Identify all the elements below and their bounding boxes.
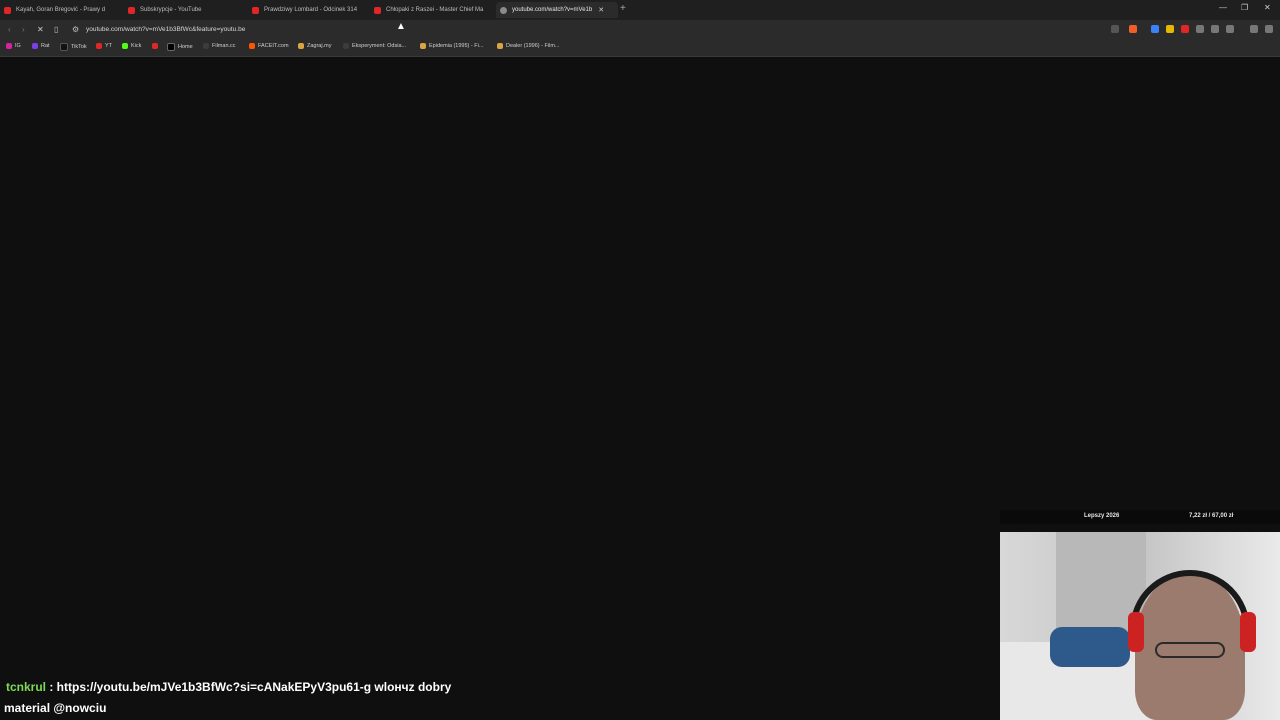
extension-icon[interactable] (1181, 25, 1189, 33)
forward-icon[interactable]: › (22, 25, 25, 34)
close-tab-icon[interactable]: ✕ (598, 6, 604, 14)
glasses (1155, 642, 1225, 658)
url-field[interactable]: youtube.com/watch?v=mVe1b3BfWc&feature=y… (86, 26, 245, 33)
donation-goal-bar: Lepszy 2026 7,22 zł / 67,00 zł (1000, 510, 1280, 524)
kick-icon (122, 43, 128, 49)
goal-progress: 7,22 zł / 67,00 zł (1189, 513, 1234, 519)
faceit-icon (249, 43, 255, 49)
youtube-icon (152, 43, 158, 49)
bookmark-item[interactable]: Rat (32, 43, 50, 49)
stop-loading-icon[interactable]: ✕ (37, 25, 44, 34)
bookmarks-bar: IG Rat TikTok YT Kick Home Filman.cc FAC… (0, 40, 1280, 57)
bookmark-item[interactable]: YT (96, 43, 112, 49)
film-icon (420, 43, 426, 49)
extension-icon[interactable] (1166, 25, 1174, 33)
filman-icon (203, 43, 209, 49)
rat-icon (32, 43, 38, 49)
tiktok-icon (60, 43, 68, 51)
bookmark-item[interactable]: Zagraj.my (298, 43, 331, 49)
bookmark-item[interactable]: IG (6, 43, 21, 49)
extensions-puzzle-icon[interactable] (1196, 25, 1204, 33)
youtube-icon (374, 6, 381, 14)
loading-icon (500, 6, 507, 14)
film-icon (497, 43, 503, 49)
link-icon[interactable] (1226, 25, 1234, 33)
goal-label: Lepszy 2026 (1084, 513, 1120, 519)
tab-3[interactable]: Prawdziwy Lombard - Odcinek 314 (252, 2, 364, 18)
tab-title: Chłopaki z Raszei - Master Chief Ma (386, 7, 484, 13)
tab-title: Prawdziwy Lombard - Odcinek 314 (264, 7, 358, 13)
download-icon[interactable] (1211, 25, 1219, 33)
youtube-icon (252, 6, 259, 14)
tab-title: youtube.com/watch?v=mVe1b (512, 7, 593, 13)
chat-message-continued: material @nowciu (4, 701, 107, 715)
chat-text: : https://youtu.be/mJVe1b3BfWc?si=cANakE… (46, 680, 452, 694)
bookmark-item[interactable]: Filman.cc (203, 43, 236, 49)
bookmark-item[interactable]: Dealer (1996) - Film... (497, 43, 560, 49)
bookmark-item[interactable]: Epidemia (1995) - Fi... (420, 43, 483, 49)
bookmark-item[interactable]: Home (167, 43, 193, 51)
new-tab-button[interactable]: + (620, 3, 626, 14)
media-icon[interactable] (1250, 25, 1258, 33)
site-info-icon[interactable]: ⚙ (72, 25, 79, 34)
restore-icon[interactable]: ❐ (1241, 3, 1248, 12)
extension-icon[interactable] (1151, 25, 1159, 33)
youtube-icon (128, 6, 135, 14)
chat-username: tcnkrul (6, 680, 47, 694)
zagraj-icon (298, 43, 304, 49)
bookmark-item[interactable]: Eksperyment: Odsia... (343, 43, 406, 49)
minimize-icon[interactable]: — (1219, 3, 1227, 12)
youtube-icon (4, 6, 11, 14)
bookmark-item[interactable]: Kick (122, 43, 141, 49)
close-window-icon[interactable]: ✕ (1264, 3, 1271, 12)
youtube-icon (96, 43, 102, 49)
tab-title: Kayah, Goran Bregović - Prawy d (16, 7, 106, 13)
back-icon[interactable]: ‹ (8, 25, 11, 34)
tab-bar: Kayah, Goran Bregović - Prawy d Subskryp… (0, 0, 1280, 20)
mouse-cursor-icon: ▲ (396, 21, 406, 32)
brave-shield-icon[interactable] (1129, 25, 1137, 33)
filman-icon (343, 43, 349, 49)
chat-message: tcnkrul : https://youtu.be/mJVe1b3BfWc?s… (6, 680, 451, 694)
webcam-feed (1000, 532, 1280, 720)
menu-icon[interactable] (1265, 25, 1273, 33)
bookmark-item[interactable]: FACEIT.com (249, 43, 289, 49)
tab-active[interactable]: youtube.com/watch?v=mVe1b ✕ (496, 2, 618, 18)
address-toolbar: ‹ › ✕ ▯ ⚙ youtube.com/watch?v=mVe1b3BfWc… (0, 20, 1280, 40)
tab-1[interactable]: Kayah, Goran Bregović - Prawy d (4, 2, 116, 18)
tab-4[interactable]: Chłopaki z Raszei - Master Chief Ma (374, 2, 486, 18)
x-icon (167, 43, 175, 51)
share-icon[interactable] (1111, 25, 1119, 33)
bookmark-item[interactable]: TikTok (60, 43, 87, 51)
tab-2[interactable]: Subskrypcje - YouTube (128, 2, 240, 18)
instagram-icon (6, 43, 12, 49)
bookmark-icon[interactable]: ▯ (54, 25, 58, 34)
tab-title: Subskrypcje - YouTube (140, 7, 202, 13)
bookmark-item[interactable] (152, 43, 161, 49)
